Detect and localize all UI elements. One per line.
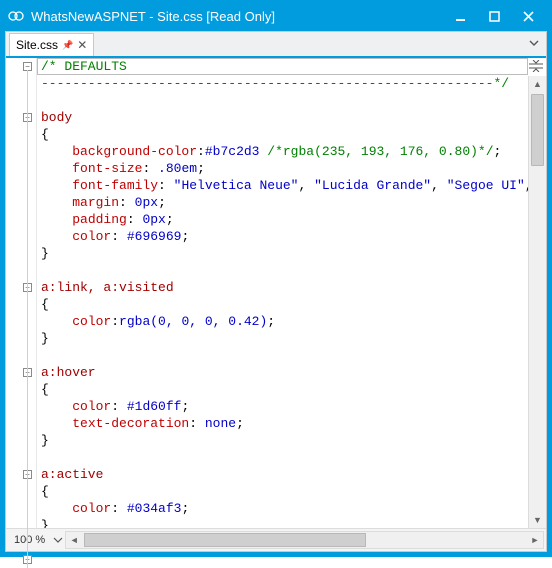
titlebar[interactable]: WhatsNewASPNET - Site.css [Read Only]: [1, 1, 551, 31]
zoom-level[interactable]: 100 %: [6, 534, 53, 546]
zoom-dropdown-icon[interactable]: [53, 535, 63, 545]
fold-gutter[interactable]: −−−−−−: [6, 58, 37, 528]
window: WhatsNewASPNET - Site.css [Read Only] Si…: [0, 0, 552, 557]
code-viewport[interactable]: ▲ ▼ /* DEFAULTS ------------------------…: [37, 58, 546, 528]
minimize-button[interactable]: [443, 5, 477, 27]
scroll-up-icon[interactable]: ▲: [529, 76, 546, 92]
maximize-button[interactable]: [477, 5, 511, 27]
app-icon: [7, 7, 25, 25]
horizontal-scrollbar[interactable]: ◄ ►: [65, 531, 544, 549]
code-content[interactable]: /* DEFAULTS ----------------------------…: [37, 58, 546, 528]
split-icon[interactable]: [528, 58, 544, 74]
status-bar: 100 % ◄ ►: [6, 528, 546, 551]
window-title: WhatsNewASPNET - Site.css [Read Only]: [31, 9, 443, 24]
scroll-down-icon[interactable]: ▼: [529, 512, 546, 528]
tab-strip: Site.css 📌 ✕: [6, 32, 546, 58]
hscroll-thumb[interactable]: [84, 533, 366, 547]
vertical-scrollbar[interactable]: ▲ ▼: [528, 76, 546, 528]
window-buttons: [443, 5, 545, 27]
scroll-left-icon[interactable]: ◄: [66, 532, 82, 548]
tab-list-dropdown[interactable]: [526, 35, 542, 51]
close-button[interactable]: [511, 5, 545, 27]
vscroll-thumb[interactable]: [531, 94, 544, 166]
scroll-right-icon[interactable]: ►: [527, 532, 543, 548]
tab-site-css[interactable]: Site.css 📌 ✕: [9, 33, 94, 56]
pin-icon[interactable]: 📌: [62, 40, 73, 51]
editor: −−−−−− ▲ ▼ /* DEFAULTS -----------------…: [6, 58, 546, 528]
tab-close-icon[interactable]: ✕: [77, 39, 87, 51]
client-area: Site.css 📌 ✕ −−−−−− ▲ ▼ /* DEFAULT: [5, 31, 547, 552]
tab-label: Site.css: [16, 38, 58, 52]
